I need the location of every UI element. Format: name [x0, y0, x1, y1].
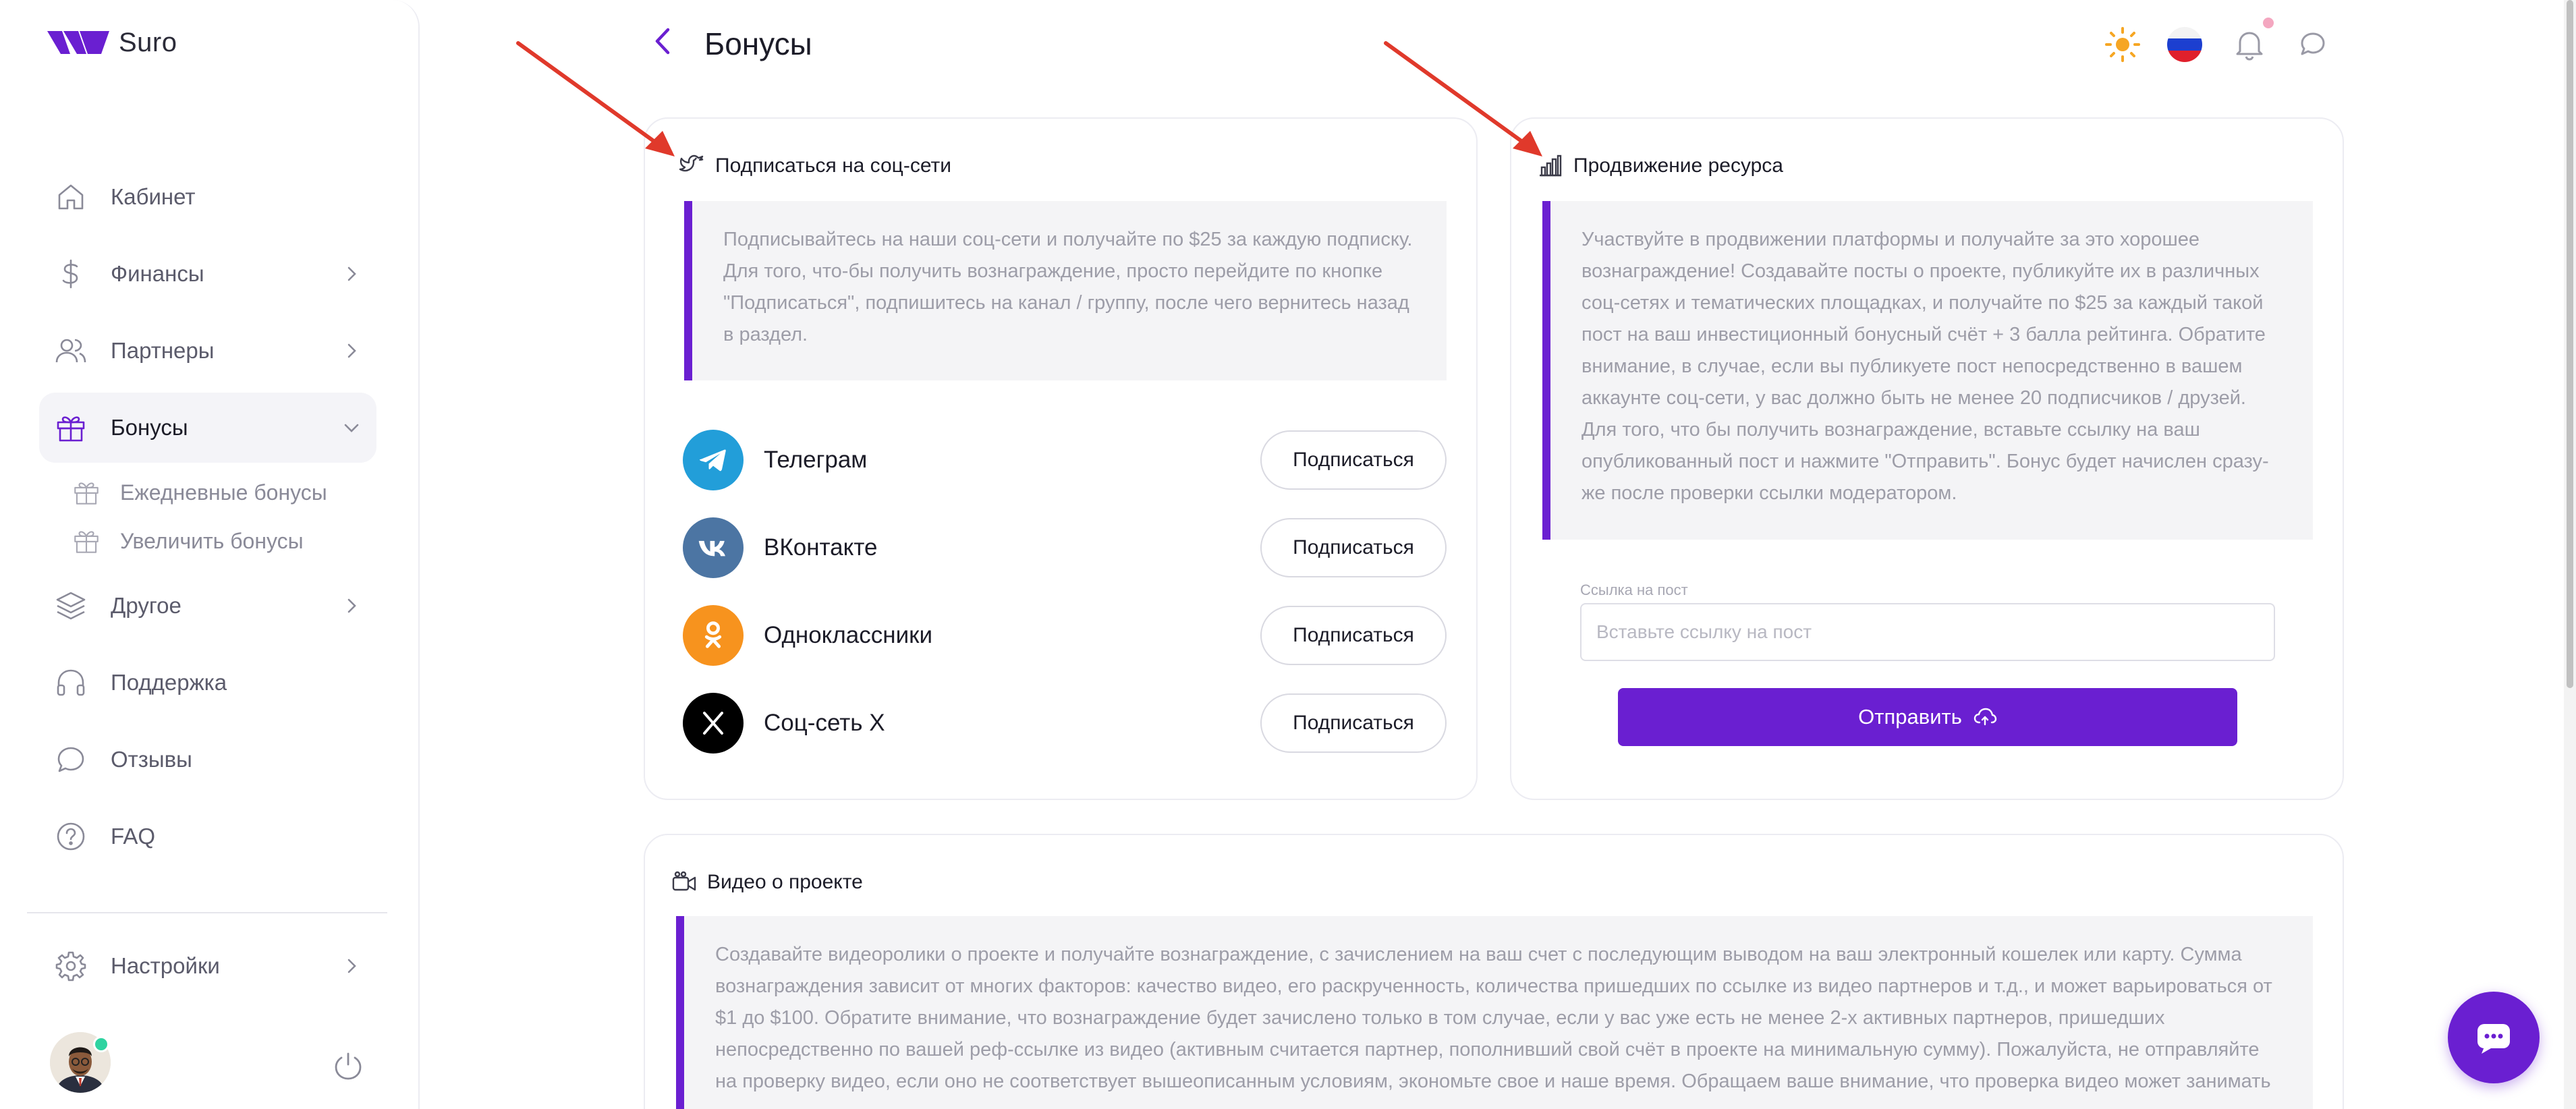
twitter-bird-icon	[679, 154, 704, 172]
app-name: Suro	[119, 27, 177, 57]
sidebar-item-label: Настройки	[111, 953, 220, 978]
social-card-title: Подписаться на соц-сети	[715, 154, 952, 177]
sidebar-item-settings[interactable]: Настройки	[39, 931, 376, 1001]
gift-icon	[74, 482, 99, 505]
sidebar-item-finance[interactable]: Финансы	[39, 239, 376, 309]
logo-icon	[47, 31, 109, 54]
support-chat-button[interactable]	[2448, 992, 2540, 1083]
sidebar-item-label: FAQ	[111, 824, 156, 849]
promotion-card-title: Продвижение ресурса	[1573, 154, 1783, 177]
social-row-telegram: Телеграм Подписаться	[683, 428, 1447, 492]
video-card-title: Видео о проекте	[707, 871, 863, 893]
layers-icon	[56, 592, 86, 620]
sidebar-item-label: Отзывы	[111, 747, 192, 772]
sidebar-item-label: Поддержка	[111, 670, 227, 695]
x-logo-icon	[683, 693, 744, 753]
social-name: Одноклассники	[764, 622, 933, 648]
sidebar-item-label: Кабинет	[111, 184, 196, 209]
sidebar-item-faq[interactable]: FAQ	[39, 801, 376, 872]
cloud-upload-icon	[1973, 708, 1997, 726]
annotation-arrow	[1384, 41, 1542, 157]
subscribe-odnoklassniki-button[interactable]: Подписаться	[1260, 606, 1447, 665]
sidebar-item-label: Другое	[111, 593, 181, 618]
message-icon	[57, 747, 84, 772]
chat-bubble-icon[interactable]	[2294, 26, 2332, 63]
sidebar-item-support[interactable]: Поддержка	[39, 648, 376, 718]
post-link-input[interactable]	[1580, 603, 2275, 661]
promotion-card-description: Участвуйте в продвижении платформы и пол…	[1542, 201, 2313, 540]
sidebar-subitem-increase-bonuses[interactable]: Увеличить бонусы	[72, 517, 376, 565]
sidebar-subitem-label: Увеличить бонусы	[120, 528, 304, 553]
users-icon	[55, 339, 86, 363]
sidebar-item-other[interactable]: Другое	[39, 571, 376, 641]
home-icon	[58, 184, 84, 210]
social-row-vkontakte: ВКонтакте Подписаться	[683, 515, 1447, 580]
submit-button[interactable]: Отправить	[1618, 688, 2237, 746]
chat-icon	[2477, 1024, 2510, 1054]
sidebar-divider	[27, 912, 387, 913]
sun-icon[interactable]	[2104, 26, 2141, 63]
bonuses-submenu: Ежедневные бонусы Увеличить бонусы	[39, 468, 376, 565]
chevron-right-icon	[347, 266, 356, 281]
sidebar-item-cabinet[interactable]: Кабинет	[39, 162, 376, 232]
vk-icon	[683, 517, 744, 578]
online-status-dot	[93, 1036, 109, 1052]
gift-icon	[74, 531, 99, 553]
chevron-right-icon	[347, 343, 356, 358]
submit-button-label: Отправить	[1858, 705, 1962, 729]
notification-badge	[2263, 18, 2274, 28]
page-scrollbar[interactable]	[2564, 0, 2576, 1109]
sidebar-item-bonuses[interactable]: Бонусы	[39, 393, 376, 463]
chevron-right-icon	[347, 598, 356, 613]
sidebar-subitem-daily-bonuses[interactable]: Ежедневные бонусы	[72, 468, 376, 517]
logo[interactable]: Suro	[47, 26, 177, 59]
subscribe-telegram-button[interactable]: Подписаться	[1260, 430, 1447, 490]
help-circle-icon	[57, 822, 85, 851]
power-icon[interactable]	[332, 1050, 364, 1082]
sidebar-settings-group: Настройки	[39, 931, 376, 1008]
gear-icon	[55, 951, 86, 982]
social-name: ВКонтакте	[764, 534, 878, 561]
social-name: Телеграм	[764, 447, 868, 473]
chevron-right-icon	[347, 959, 356, 973]
video-card-description: Создавайте видеоролики о проекте и получ…	[676, 916, 2313, 1109]
social-row-odnoklassniki: Одноклассники Подписаться	[683, 603, 1447, 668]
telegram-icon	[683, 430, 744, 490]
sidebar-item-label: Финансы	[111, 261, 204, 286]
dollar-icon	[62, 259, 78, 289]
sidebar-item-label: Партнеры	[111, 338, 215, 363]
promotion-card-header: Продвижение ресурса	[1537, 152, 1783, 179]
odnoklassniki-icon	[683, 605, 744, 666]
annotation-arrow	[516, 41, 675, 157]
social-card-description: Подписывайтесь на наши соц-сети и получа…	[684, 201, 1447, 380]
page-title: Бонусы	[704, 26, 812, 61]
gift-icon	[57, 416, 85, 442]
sidebar-item-label: Бонусы	[111, 415, 188, 440]
video-camera-icon	[672, 871, 696, 891]
language-flag-icon[interactable]	[2166, 26, 2204, 63]
sidebar-item-reviews[interactable]: Отзывы	[39, 724, 376, 795]
headphones-icon	[57, 669, 85, 696]
social-name: Соц-сеть X	[764, 710, 885, 736]
post-link-label: Ссылка на пост	[1580, 581, 1688, 598]
subscribe-x-button[interactable]: Подписаться	[1260, 693, 1447, 753]
sidebar-item-partners[interactable]: Партнеры	[39, 316, 376, 386]
social-row-x: Соц-сеть X Подписаться	[683, 691, 1447, 756]
chevron-down-icon	[344, 424, 359, 432]
bell-icon[interactable]	[2231, 26, 2268, 63]
scrollbar-thumb[interactable]	[2567, 0, 2573, 688]
social-card-header: Подписаться на соц-сети	[679, 152, 951, 179]
subscribe-vkontakte-button[interactable]: Подписаться	[1260, 518, 1447, 577]
sidebar: Suro Кабинет Финансы Партнеры Бонусы Еже…	[0, 0, 420, 1109]
video-card-header: Видео о проекте	[671, 869, 863, 896]
sidebar-subitem-label: Ежедневные бонусы	[120, 480, 327, 505]
main-nav: Кабинет Финансы Партнеры Бонусы Ежедневн…	[39, 162, 376, 878]
